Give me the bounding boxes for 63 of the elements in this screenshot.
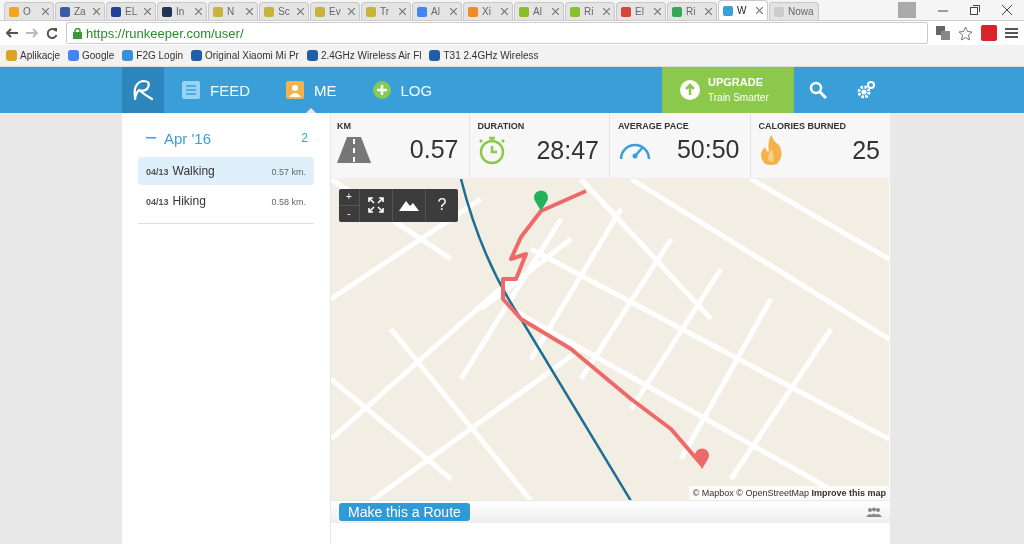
translate-icon[interactable] bbox=[936, 26, 950, 40]
bookmark[interactable]: Aplikacje bbox=[6, 50, 61, 61]
improve-map-link[interactable]: Improve this map bbox=[811, 488, 886, 499]
bookmark[interactable]: Original Xiaomi Mi Pr bbox=[191, 50, 299, 61]
browser-tab[interactable]: Al bbox=[514, 2, 564, 20]
browser-tab[interactable]: O bbox=[4, 2, 54, 20]
flame-icon bbox=[758, 135, 783, 165]
address-field[interactable]: https://runkeeper.com/user/ bbox=[66, 22, 928, 44]
list-icon bbox=[182, 81, 200, 99]
activity-item[interactable]: 04/13 Hiking 0.58 km. bbox=[138, 187, 314, 215]
browser-tab[interactable]: Za bbox=[55, 2, 105, 20]
logo[interactable] bbox=[122, 67, 164, 113]
bookmark[interactable]: T31 2.4GHz Wireless bbox=[429, 50, 539, 61]
star-icon[interactable] bbox=[958, 25, 973, 41]
nav-tab[interactable]: FEED bbox=[164, 67, 268, 113]
stat-label: CALORIES BURNED bbox=[758, 121, 847, 131]
zoom-out-button[interactable]: - bbox=[339, 204, 359, 222]
stat-label: KM bbox=[337, 121, 352, 131]
fullscreen-icon bbox=[368, 196, 384, 213]
close-icon[interactable] bbox=[756, 7, 763, 14]
help-button[interactable]: ? bbox=[426, 188, 458, 221]
map-attribution: © Mapbox © OpenStreetMap bbox=[692, 488, 810, 499]
plus-icon bbox=[372, 81, 391, 99]
stopwatch-icon bbox=[477, 135, 506, 165]
reload-icon[interactable] bbox=[46, 27, 58, 39]
browser-tab[interactable]: Ri bbox=[565, 2, 615, 20]
browser-tab[interactable]: Tr bbox=[361, 2, 411, 20]
browser-tab[interactable]: El bbox=[616, 2, 666, 20]
browser-tab[interactable]: In bbox=[157, 2, 207, 20]
bookmark[interactable]: Google bbox=[68, 50, 115, 61]
back-icon[interactable] bbox=[6, 28, 18, 38]
bookmark[interactable]: F2G Login bbox=[122, 50, 183, 61]
browser-tab[interactable]: Nowa bbox=[769, 2, 819, 20]
bookmark[interactable]: 2.4GHz Wireless Air Fl bbox=[306, 50, 422, 61]
stat-label: AVERAGE PACE bbox=[618, 121, 690, 131]
stat-value: 28:47 bbox=[536, 135, 599, 165]
browser-tab[interactable]: Xi bbox=[463, 2, 513, 20]
browser-tab[interactable]: EL bbox=[106, 2, 156, 20]
browser-tab[interactable]: Al bbox=[412, 2, 462, 20]
nav-tab[interactable]: LOG bbox=[354, 67, 451, 113]
restore-icon[interactable] bbox=[970, 5, 980, 15]
browser-tab[interactable]: W bbox=[718, 0, 768, 20]
menu-icon[interactable] bbox=[1005, 27, 1018, 39]
lock-icon bbox=[73, 27, 82, 39]
activity-count: 2 bbox=[301, 131, 308, 145]
browser-tab[interactable]: Ri bbox=[667, 2, 717, 20]
group-icon[interactable] bbox=[866, 507, 882, 518]
road-icon bbox=[337, 136, 371, 163]
person-icon bbox=[286, 81, 304, 99]
stat-value: 25 bbox=[852, 135, 880, 165]
nav-tab[interactable]: ME bbox=[268, 67, 355, 113]
browser-tab[interactable]: Ev bbox=[310, 2, 360, 20]
forward-icon[interactable] bbox=[26, 28, 38, 38]
zoom-in-button[interactable]: + bbox=[339, 188, 359, 205]
stat-value: 50:50 bbox=[676, 135, 740, 164]
stat-value: 0.57 bbox=[409, 135, 459, 164]
make-route-button[interactable]: Make this a Route bbox=[339, 503, 470, 522]
stat-label: DURATION bbox=[477, 121, 526, 131]
close-icon[interactable] bbox=[1002, 5, 1012, 15]
browser-tab[interactable]: N bbox=[208, 2, 258, 20]
browser-tab[interactable]: Sc bbox=[259, 2, 309, 20]
month-header[interactable]: Apr '16 2 bbox=[138, 127, 314, 149]
activity-item[interactable]: 04/13 Walking 0.57 km. bbox=[138, 157, 314, 185]
